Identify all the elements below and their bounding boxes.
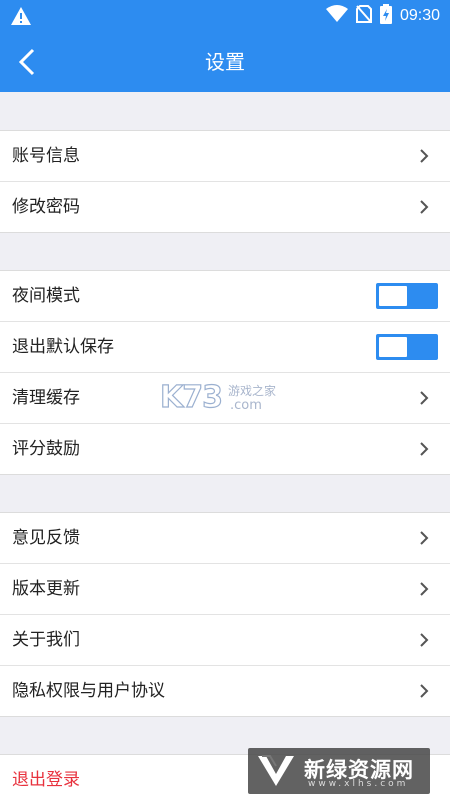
settings-item-label: 清理缓存	[12, 388, 80, 408]
settings-item-label: 隐私权限与用户协议	[12, 681, 165, 701]
settings-item-label: 账号信息	[12, 146, 80, 166]
chevron-right-icon	[420, 200, 429, 214]
toggle-knob	[379, 286, 407, 306]
settings-item-privacy-agreement[interactable]: 隐私权限与用户协议	[0, 666, 450, 716]
xlhs-watermark: 新绿资源网 www.xlhs.com	[248, 748, 430, 794]
xlhs-logo-icon	[258, 755, 294, 786]
wifi-icon	[325, 5, 348, 27]
settings-group-account: 账号信息 修改密码	[0, 130, 450, 233]
settings-group-about: 意见反馈 版本更新 关于我们 隐私权限与用户协议	[0, 512, 450, 717]
settings-item-label: 评分鼓励	[12, 439, 80, 459]
settings-item-change-password[interactable]: 修改密码	[0, 182, 450, 232]
page-title: 设置	[205, 50, 245, 74]
chevron-right-icon	[420, 149, 429, 163]
settings-group-preferences: 夜间模式 退出默认保存 清理缓存 评分鼓励	[0, 270, 450, 475]
settings-item-label: 退出默认保存	[12, 337, 114, 357]
watermark-url: www.xlhs.com	[308, 779, 409, 789]
app-bar: 设置	[0, 32, 450, 92]
settings-item-label: 夜间模式	[12, 286, 80, 306]
logout-label: 退出登录	[12, 770, 80, 790]
settings-item-account-info[interactable]: 账号信息	[0, 131, 450, 182]
chevron-right-icon	[420, 442, 429, 456]
settings-item-exit-default-save: 退出默认保存	[0, 322, 450, 373]
warning-icon	[10, 6, 32, 30]
settings-item-label: 版本更新	[12, 579, 80, 599]
watermark-brand: K73	[159, 379, 223, 415]
settings-item-version-update[interactable]: 版本更新	[0, 564, 450, 615]
settings-item-feedback[interactable]: 意见反馈	[0, 513, 450, 564]
chevron-right-icon	[420, 391, 429, 405]
toggle-knob	[379, 337, 407, 357]
k73-watermark: K73 游戏之家 .com	[159, 378, 290, 418]
settings-item-night-mode: 夜间模式	[0, 271, 450, 322]
chevron-right-icon	[420, 531, 429, 545]
status-bar: 09:30	[0, 0, 450, 32]
no-sim-icon	[355, 5, 372, 27]
settings-item-label: 修改密码	[12, 197, 80, 217]
chevron-right-icon	[420, 684, 429, 698]
watermark-domain: .com	[230, 398, 262, 413]
settings-item-label: 关于我们	[12, 630, 80, 650]
night-mode-toggle[interactable]	[376, 283, 438, 309]
settings-item-about-us[interactable]: 关于我们	[0, 615, 450, 666]
watermark-cn: 游戏之家	[228, 384, 277, 398]
chevron-right-icon	[420, 582, 429, 596]
settings-item-rate-encourage[interactable]: 评分鼓励	[0, 424, 450, 474]
exit-default-save-toggle[interactable]	[376, 334, 438, 360]
settings-item-label: 意见反馈	[12, 528, 80, 548]
battery-charging-icon	[379, 4, 392, 28]
chevron-right-icon	[420, 633, 429, 647]
clock: 09:30	[399, 7, 440, 24]
